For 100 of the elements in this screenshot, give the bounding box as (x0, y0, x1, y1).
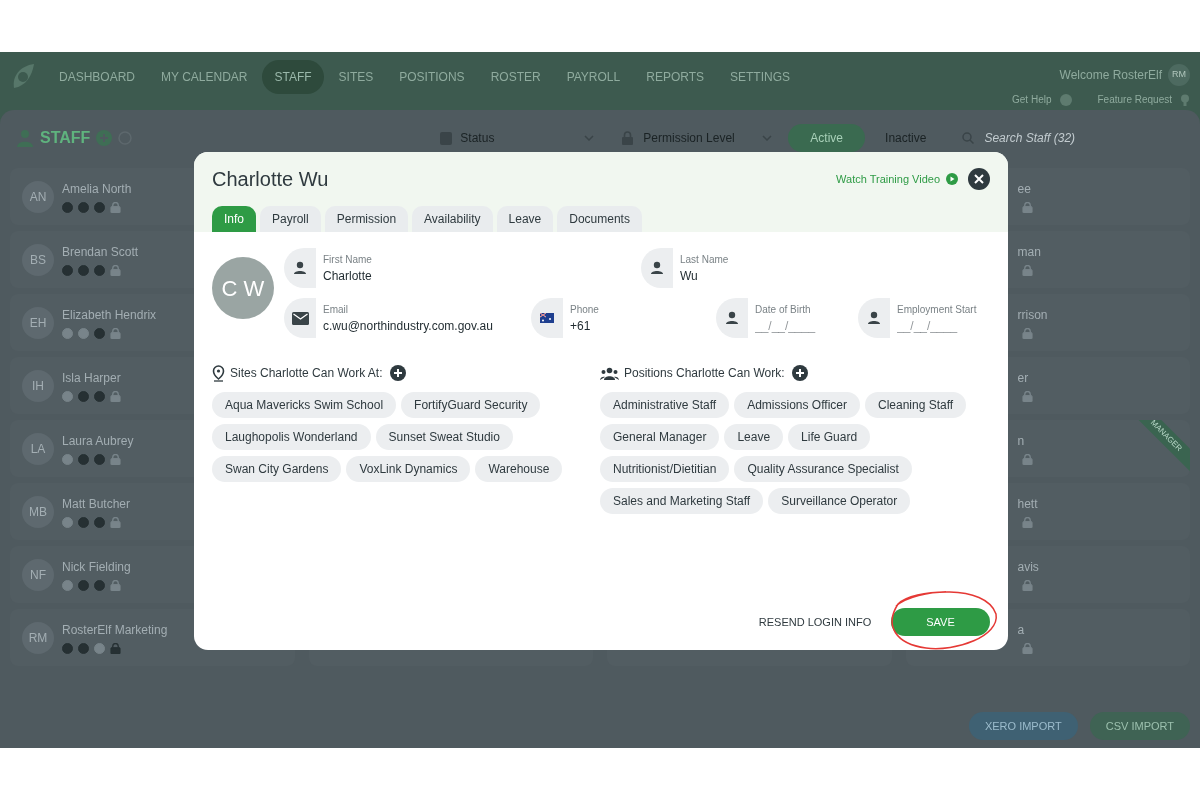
dialog-tab[interactable]: Info (212, 206, 256, 232)
lock-icon (1021, 391, 1033, 402)
welcome-text: Welcome RosterElf (1059, 67, 1162, 84)
person-icon (867, 311, 881, 325)
staff-name: man (1017, 244, 1041, 261)
tag-chip[interactable]: Leave (724, 424, 784, 450)
filter-tab[interactable]: Active (788, 124, 866, 152)
people-icon (600, 366, 619, 380)
staff-avatar: AN (22, 180, 54, 213)
flag-icon (540, 313, 554, 323)
feature-request-link[interactable]: Feature Request (1097, 92, 1172, 107)
input-field[interactable]: __/__/____ (755, 316, 849, 335)
close-icon[interactable] (968, 168, 990, 190)
filter-tab[interactable]: Inactive (865, 124, 947, 152)
staff-name: er (1017, 370, 1029, 387)
staff-name: Matt Butcher (62, 496, 131, 513)
tag-chip[interactable]: VoxLink Dynamics (346, 456, 471, 482)
staff-heading: STAFF (40, 128, 91, 148)
user-avatar: C W (212, 257, 274, 319)
lock-icon (1021, 517, 1033, 528)
tag-chip[interactable]: Administrative Staff (600, 392, 730, 418)
staff-name: Amelia North (62, 181, 132, 198)
lock-icon (1021, 454, 1033, 465)
location-pin-icon (212, 364, 225, 382)
add-icon[interactable] (791, 365, 808, 381)
staff-name: Isla Harper (62, 370, 121, 387)
field-label: First Name (323, 252, 372, 267)
staff-avatar: MB (22, 495, 54, 528)
staff-avatar: RM (22, 621, 54, 654)
play-icon[interactable] (946, 173, 958, 185)
tag-chip[interactable]: Laughopolis Wonderland (212, 424, 371, 450)
lock-icon (1021, 643, 1033, 654)
tag-chip[interactable]: Sunset Sweat Studio (375, 424, 513, 450)
section-heading: Positions Charlotte Can Work: (624, 365, 785, 382)
tag-chip[interactable]: Surveillance Operator (768, 488, 911, 514)
field-label: Date of Birth (755, 302, 811, 317)
lightbulb-icon[interactable] (1180, 93, 1190, 106)
lock-icon (1021, 580, 1033, 591)
tag-chip[interactable]: Admissions Officer (734, 392, 860, 418)
staff-name: RosterElf Marketing (62, 622, 168, 639)
tag-chip[interactable]: Sales and Marketing Staff (600, 488, 764, 514)
dialog-tab[interactable]: Permission (324, 206, 409, 232)
staff-avatar: NF (22, 558, 54, 591)
import-button[interactable]: CSV IMPORT (1089, 712, 1190, 740)
tag-chip[interactable]: Swan City Gardens (212, 456, 342, 482)
user-avatar[interactable]: RM (1168, 64, 1190, 86)
input-field[interactable]: c.wu@northindustry.com.gov.au (323, 316, 522, 335)
tag-chip[interactable]: Aqua Mavericks Swim School (212, 392, 397, 418)
nav-tab[interactable]: REPORTS (635, 60, 715, 94)
field-label: Email (323, 302, 348, 317)
staff-avatar: BS (22, 243, 54, 276)
staff-name: hett (1017, 496, 1038, 513)
tag-chip[interactable]: Warehouse (475, 456, 563, 482)
add-icon[interactable] (389, 365, 406, 381)
input-field[interactable]: Charlotte (323, 266, 632, 285)
input-field[interactable]: +61 (570, 316, 707, 335)
tag-chip[interactable]: Cleaning Staff (864, 392, 967, 418)
staff-name: rrison (1017, 307, 1048, 324)
lock-icon (1021, 265, 1033, 276)
save-button[interactable]: SAVE (891, 608, 990, 636)
staff-avatar: IH (22, 369, 54, 402)
staff-name: ee (1017, 181, 1031, 198)
staff-name: Elizabeth Hendrix (62, 307, 157, 324)
dialog-tab[interactable]: Payroll (260, 206, 321, 232)
staff-avatar: LA (22, 432, 54, 465)
search-field[interactable]: Search Staff (32) (984, 129, 1135, 147)
staff-name: Laura Aubrey (62, 433, 134, 450)
nav-tab[interactable]: MY CALENDAR (150, 60, 259, 94)
tag-chip[interactable]: Nutritionist/Dietitian (600, 456, 730, 482)
tag-chip[interactable]: Life Guard (788, 424, 871, 450)
permission-dropdown[interactable]: Permission Level (614, 124, 781, 152)
nav-tab[interactable]: DASHBOARD (48, 60, 146, 94)
person-icon (725, 311, 739, 325)
lock-icon (1021, 328, 1033, 339)
person-icon (293, 261, 307, 275)
field-label: Phone (570, 302, 599, 317)
staff-name: a (1017, 622, 1025, 639)
tag-chip[interactable]: FortifyGuard Security (401, 392, 541, 418)
tag-chip[interactable]: General Manager (600, 424, 720, 450)
tag-chip[interactable]: Quality Assurance Specialist (734, 456, 912, 482)
lock-icon (1021, 202, 1033, 213)
nav-tab[interactable]: SITES (327, 60, 385, 94)
dialog-tab[interactable]: Documents (557, 206, 642, 232)
get-help-link[interactable]: Get Help (1012, 92, 1052, 107)
staff-name: Nick Fielding (62, 559, 131, 576)
staff-name: avis (1017, 559, 1039, 576)
nav-tab[interactable]: POSITIONS (388, 60, 476, 94)
staff-name: n (1017, 433, 1025, 450)
nav-tab[interactable]: PAYROLL (555, 60, 632, 94)
nav-tab[interactable]: STAFF (262, 60, 324, 94)
status-dropdown[interactable]: Status (432, 124, 603, 152)
mail-icon (291, 311, 309, 325)
nav-tab[interactable]: SETTINGS (719, 60, 802, 94)
dialog-tab[interactable]: Leave (496, 206, 554, 232)
staff-avatar: EH (22, 306, 54, 339)
staff-name: Brendan Scott (62, 244, 139, 261)
import-button[interactable]: XERO IMPORT (968, 712, 1078, 740)
dialog-tab[interactable]: Availability (412, 206, 493, 232)
nav-tab[interactable]: ROSTER (479, 60, 552, 94)
person-icon (650, 261, 664, 275)
